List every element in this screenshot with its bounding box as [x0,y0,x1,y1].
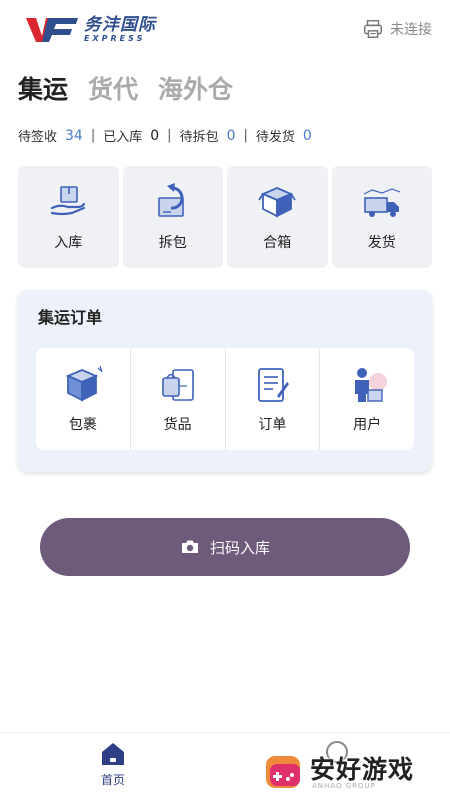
printer-status: 未连接 [390,22,432,38]
unpack-icon [157,183,184,217]
user-icon [355,368,388,402]
panel-title: 集运订单 [38,308,103,327]
consolidation-orders-panel: 集运订单 包裹 货品 订单 用户 [18,290,432,472]
stat-value-pending-ship[interactable]: 0 [303,128,312,144]
order-menu-orders[interactable]: 订单 [226,348,321,450]
stat-value-pending-unpack[interactable]: 0 [227,128,236,144]
stat-divider: | [243,128,248,143]
watermark-overlay: 安好游戏 ANHAO GROUP [262,748,448,798]
quick-action-label: 入库 [54,235,83,251]
nav-home-label: 首页 [100,773,125,787]
gamepad-logo-icon [266,756,300,788]
stat-label-pending-receipt[interactable]: 待签收 [18,126,57,145]
tab-freight-forwarding[interactable]: 货代 [88,70,138,106]
stat-label-pending-unpack[interactable]: 待拆包 [180,126,219,145]
camera-icon [181,540,198,553]
order-menu-parcel[interactable]: 包裹 [36,348,131,450]
watermark-text: 安好游戏 [310,755,415,784]
scan-button-label: 扫码入库 [209,538,270,557]
stat-divider: | [90,128,96,143]
quick-action-label: 拆包 [158,235,187,251]
stat-label-received[interactable]: 已入库 [103,126,142,145]
quick-action-merge[interactable]: 合箱 [227,166,328,268]
printer-connection[interactable]: 未连接 [362,18,432,40]
nav-home[interactable]: 首页 [90,741,136,788]
tab-overseas-warehouse[interactable]: 海外仓 [158,70,233,106]
order-menu-goods[interactable]: 货品 [131,348,226,450]
stat-label-pending-ship[interactable]: 待发货 [256,126,295,145]
stat-divider: | [167,128,172,143]
quick-action-unpack[interactable]: 拆包 [122,166,223,268]
parcel-icon [65,365,103,402]
status-summary: 待签收 34 | 已入库 0 | 待拆包 0 | 待发货 0 [18,126,320,146]
brand-name-cn: 务沣国际 [84,15,156,35]
order-document-icon [258,368,290,402]
printer-icon [364,20,382,38]
order-menu-users[interactable]: 用户 [320,348,414,450]
quick-actions: 入库 拆包 合箱 发货 [18,166,432,268]
stat-value-received[interactable]: 0 [150,128,159,144]
order-menu-label: 包裹 [68,417,97,433]
scan-inbound-button[interactable]: 扫码入库 [40,518,410,576]
merge-box-icon [258,187,296,218]
tab-consolidation[interactable]: 集运 [18,70,68,106]
brand-logo-mark-icon [26,18,78,42]
quick-action-ship[interactable]: 发货 [331,166,432,268]
quick-action-label: 合箱 [263,235,292,251]
order-menu: 包裹 货品 订单 用户 [36,348,414,450]
goods-bag-icon [161,369,194,401]
order-menu-label: 用户 [353,417,382,433]
quick-action-label: 发货 [367,235,396,251]
app-header: 务沣国际 EXPRESS 未连接 [0,0,450,58]
watermark-subtext: ANHAO GROUP [312,782,376,790]
brand-logo: 务沣国际 EXPRESS [26,16,156,44]
business-tabs: 集运 货代 海外仓 [18,70,233,106]
quick-action-inbound[interactable]: 入库 [18,166,119,268]
home-icon [102,743,124,765]
brand-name-en: EXPRESS [84,34,146,43]
delivery-truck-icon [363,188,400,217]
order-menu-label: 货品 [163,417,192,433]
stat-value-pending-receipt[interactable]: 34 [65,128,83,144]
inbound-box-icon [51,186,86,216]
order-menu-label: 订单 [258,417,287,433]
